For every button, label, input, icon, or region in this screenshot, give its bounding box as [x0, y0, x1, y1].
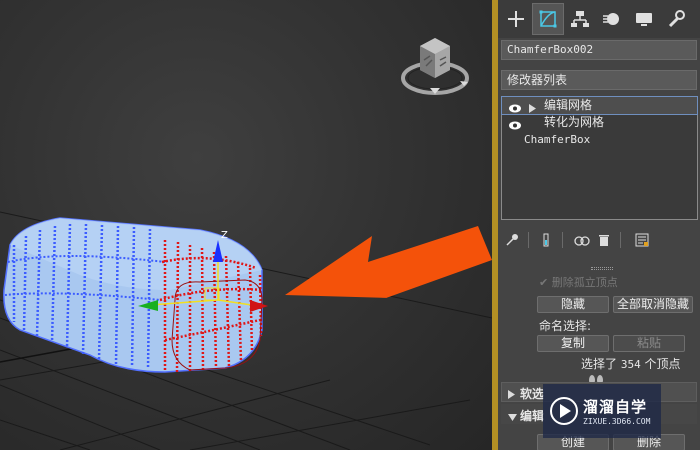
annotation-arrow	[285, 226, 492, 298]
named-selection-label: 命名选择:	[539, 319, 592, 333]
stack-item-edit-mesh[interactable]: 编辑网格	[501, 96, 698, 115]
remove-isolated-vertices-option[interactable]: ✔ 删除孤立顶点	[539, 274, 618, 290]
modifier-stack: 编辑网格 转化为网格 ChamferBox	[501, 96, 698, 220]
watermark-title: 溜溜自学	[583, 398, 648, 416]
modify-icon[interactable]	[532, 3, 564, 35]
remove-modifier-icon[interactable]	[594, 230, 614, 250]
stack-item-label: 编辑网格	[544, 98, 593, 112]
stack-toolbar	[498, 228, 700, 252]
stack-item-convert-to-mesh[interactable]: 转化为网格	[502, 114, 697, 131]
watermark: 溜溜自学 ZIXUE.3D66.COM	[543, 384, 661, 438]
viewcube[interactable]	[398, 30, 472, 102]
watermark-logo-icon	[550, 397, 578, 425]
stack-item-label: 转化为网格	[544, 115, 605, 129]
expanded-triangle-icon	[508, 410, 517, 424]
stack-item-chamferbox-base[interactable]: ChamferBox	[502, 131, 697, 148]
object-name-field[interactable]: ChamferBox002	[501, 40, 697, 60]
command-panel: ChamferBox002 修改器列表 编辑网格 转化为网格 ChamferBo…	[498, 0, 700, 450]
copy-button[interactable]: 复制	[537, 335, 609, 352]
stack-item-label: ChamferBox	[524, 133, 591, 146]
command-panel-tabs	[498, 0, 700, 38]
selection-count-text: 选择了 354 个顶点	[581, 357, 681, 371]
pin-stack-icon[interactable]	[502, 230, 522, 250]
watermark-url: ZIXUE.3D66.COM	[583, 417, 651, 426]
unhide-all-button[interactable]: 全部取消隐藏	[613, 296, 693, 313]
display-icon[interactable]	[628, 3, 660, 35]
show-end-result-icon[interactable]	[536, 230, 556, 250]
make-unique-icon[interactable]	[572, 230, 592, 250]
paste-button[interactable]: 粘贴	[613, 335, 685, 352]
collapsed-triangle-icon	[508, 388, 515, 402]
z-axis-label: Z	[221, 230, 228, 241]
hierarchy-icon[interactable]	[564, 3, 596, 35]
perspective-viewport[interactable]: Z	[0, 0, 492, 450]
motion-icon[interactable]	[596, 3, 628, 35]
configure-sets-icon[interactable]	[632, 230, 652, 250]
chamfer-box-object[interactable]	[3, 217, 263, 373]
hide-button[interactable]: 隐藏	[537, 296, 609, 313]
utilities-wrench-icon[interactable]	[660, 3, 692, 35]
create-plus-icon[interactable]	[500, 3, 532, 35]
modifier-list-dropdown[interactable]: 修改器列表	[501, 70, 697, 90]
rollup-grip[interactable]	[591, 267, 613, 270]
